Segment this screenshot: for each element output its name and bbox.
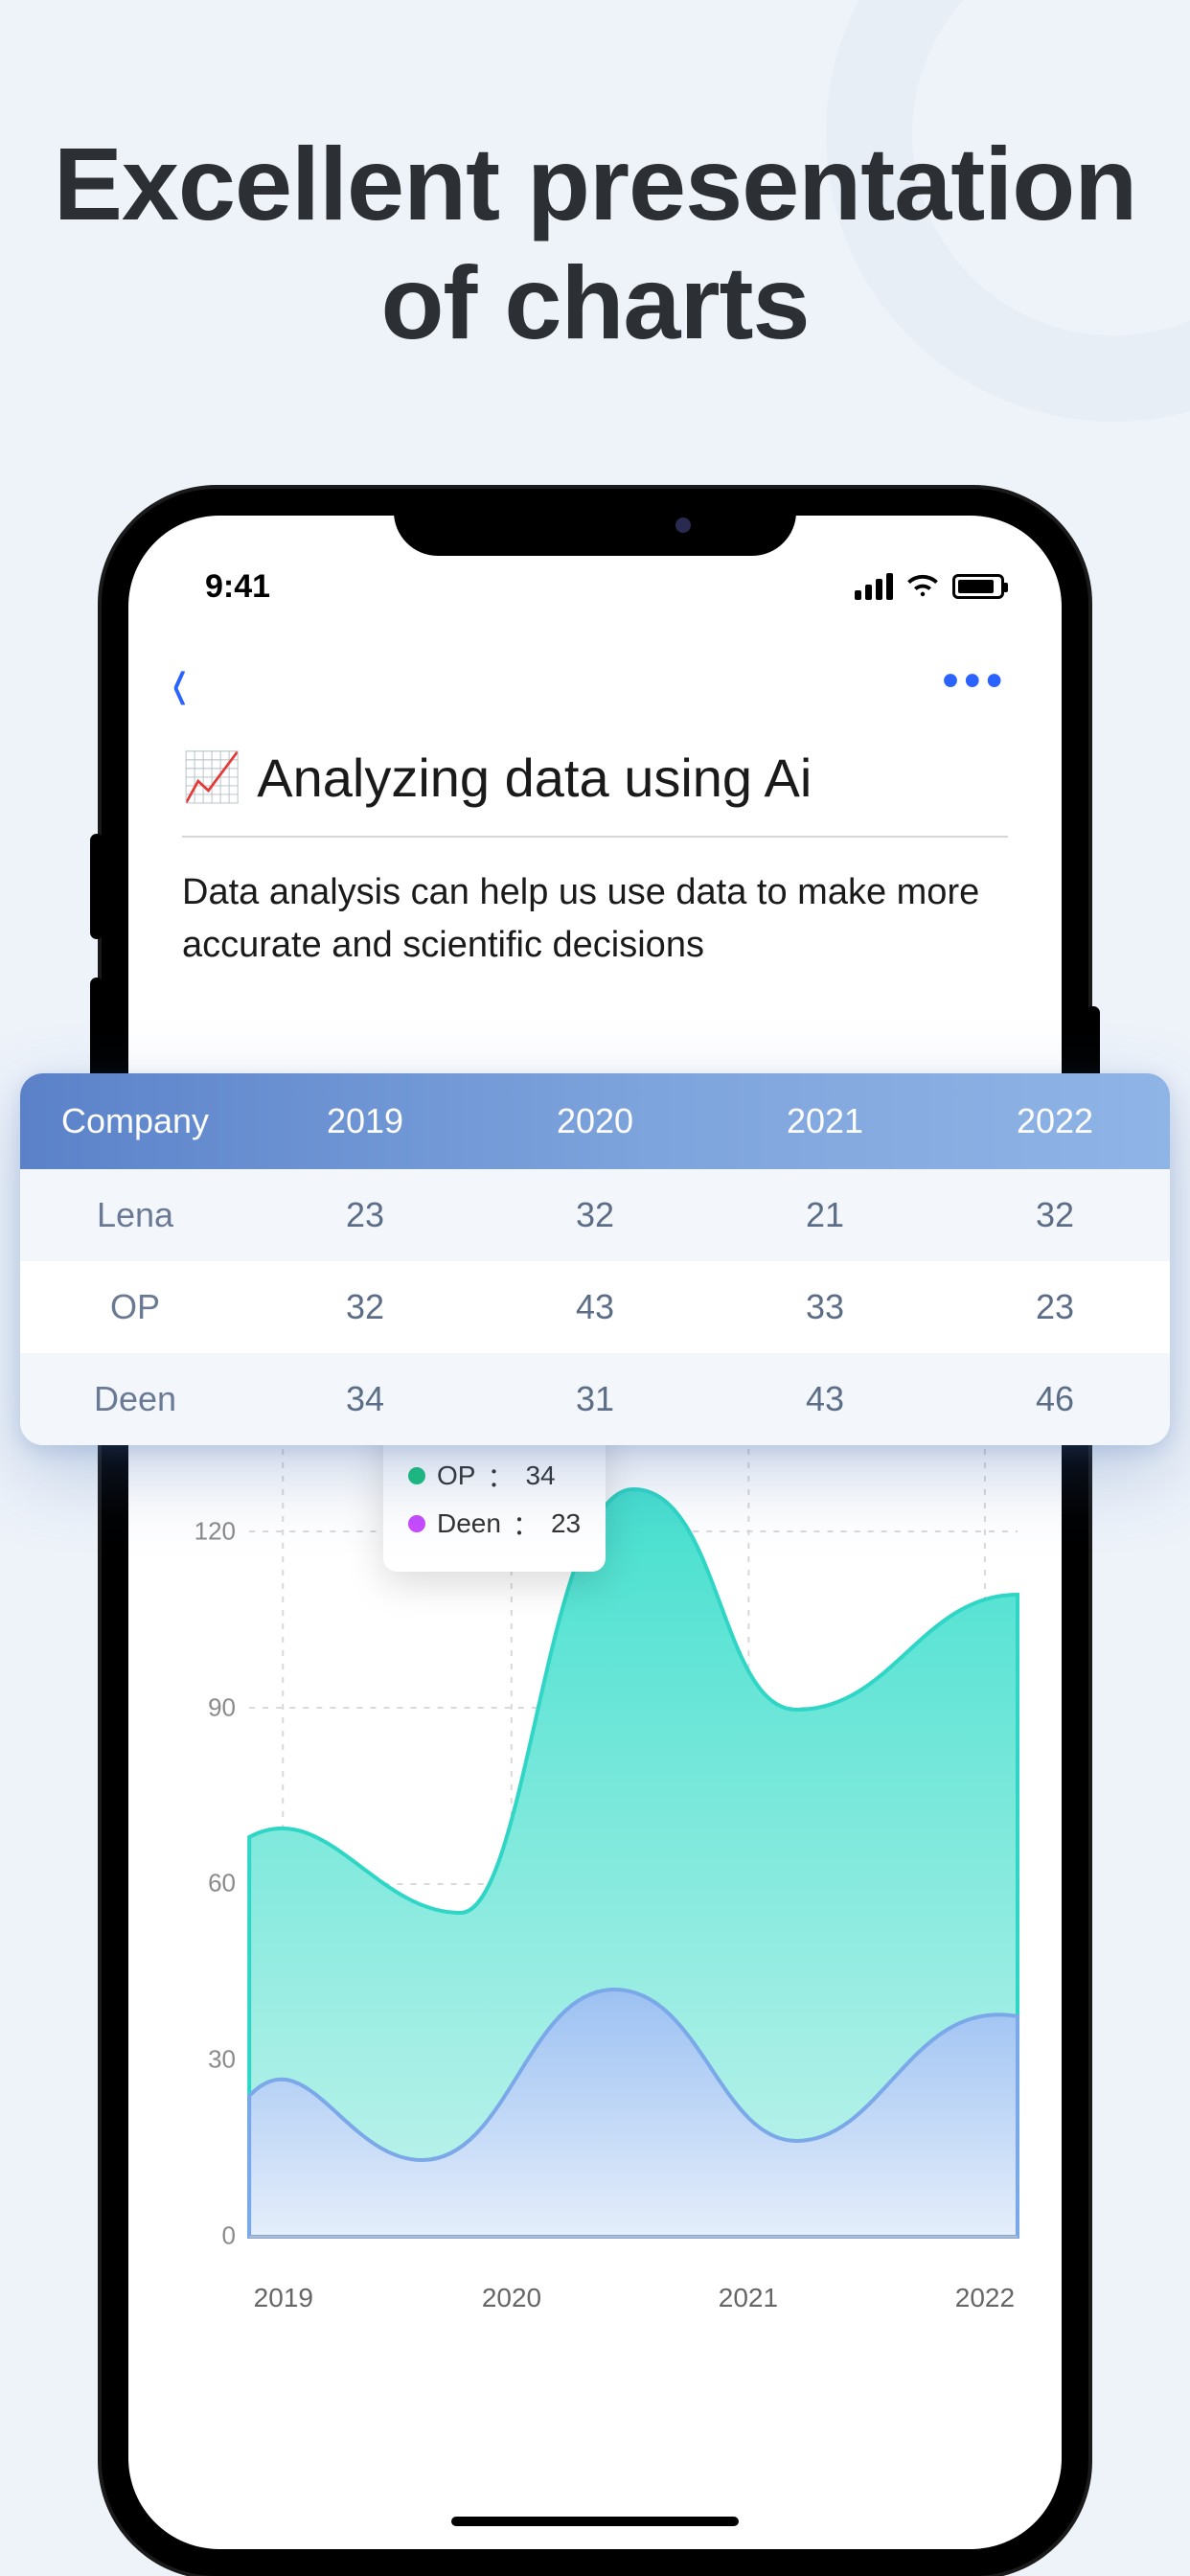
document-subtitle: Data analysis can help us use data to ma… <box>182 866 1008 972</box>
tooltip-dot-icon <box>408 1515 425 1532</box>
hero-line2: of charts <box>0 243 1190 362</box>
table-cell: 43 <box>480 1287 710 1327</box>
chart-emoji-icon: 📈 <box>182 749 241 806</box>
table-cell: 33 <box>710 1287 940 1327</box>
table-row[interactable]: Lena 23 32 21 32 <box>20 1169 1170 1261</box>
table-row[interactable]: Deen 34 31 43 46 <box>20 1353 1170 1445</box>
tooltip-value: 34 <box>525 1460 555 1491</box>
table-cell: 34 <box>250 1379 480 1419</box>
back-button[interactable]: ‹ <box>172 632 187 731</box>
wifi-icon <box>906 574 939 599</box>
phone-screen: 9:41 ‹ ••• 📈 Analyzing data using Ai Dat… <box>128 516 1062 2549</box>
hero-heading: Excellent presentation of charts <box>0 125 1190 362</box>
table-header-cell: 2020 <box>480 1101 710 1141</box>
table-header-cell: 2019 <box>250 1101 480 1141</box>
battery-icon <box>952 574 1004 599</box>
tooltip-value: 23 <box>551 1508 581 1539</box>
table-row[interactable]: OP 32 43 33 23 <box>20 1261 1170 1353</box>
nav-bar: ‹ ••• <box>128 621 1062 722</box>
table-header-row: Company 2019 2020 2021 2022 <box>20 1073 1170 1169</box>
table-header-cell: 2021 <box>710 1101 940 1141</box>
tooltip-dot-icon <box>408 1467 425 1484</box>
table-cell: 32 <box>250 1287 480 1327</box>
chart-plot[interactable]: 150 120 90 60 30 0 2019 2020 2021 2022 <box>182 1326 1027 2304</box>
table-cell: 23 <box>940 1287 1170 1327</box>
table-cell: 32 <box>480 1195 710 1235</box>
table-cell: 43 <box>710 1379 940 1419</box>
document-title: Analyzing data using Ai <box>257 747 812 809</box>
phone-frame: 9:41 ‹ ••• 📈 Analyzing data using Ai Dat… <box>102 489 1088 2576</box>
tooltip-label: Deen <box>437 1508 501 1539</box>
table-cell: 31 <box>480 1379 710 1419</box>
phone-notch <box>394 489 796 556</box>
cellular-icon <box>855 573 893 600</box>
side-button <box>90 834 103 939</box>
tooltip-label: OP <box>437 1460 475 1491</box>
home-indicator[interactable] <box>451 2517 739 2526</box>
table-cell: Deen <box>20 1379 250 1419</box>
table-header-cell: Company <box>20 1101 250 1141</box>
status-time: 9:41 <box>205 568 270 606</box>
document-title-row: 📈 Analyzing data using Ai <box>182 747 1008 838</box>
table-cell: 32 <box>940 1195 1170 1235</box>
table-cell: Lena <box>20 1195 250 1235</box>
table-cell: 21 <box>710 1195 940 1235</box>
hero-line1: Excellent presentation <box>0 125 1190 243</box>
table-cell: 46 <box>940 1379 1170 1419</box>
more-options-button[interactable]: ••• <box>943 655 1008 707</box>
table-cell: OP <box>20 1287 250 1327</box>
data-table-card: Company 2019 2020 2021 2022 Lena 23 32 2… <box>20 1073 1170 1445</box>
table-header-cell: 2022 <box>940 1101 1170 1141</box>
tooltip-row-deen: Deen： 23 <box>408 1505 581 1543</box>
tooltip-row-op: OP： 34 <box>408 1457 581 1495</box>
table-cell: 23 <box>250 1195 480 1235</box>
